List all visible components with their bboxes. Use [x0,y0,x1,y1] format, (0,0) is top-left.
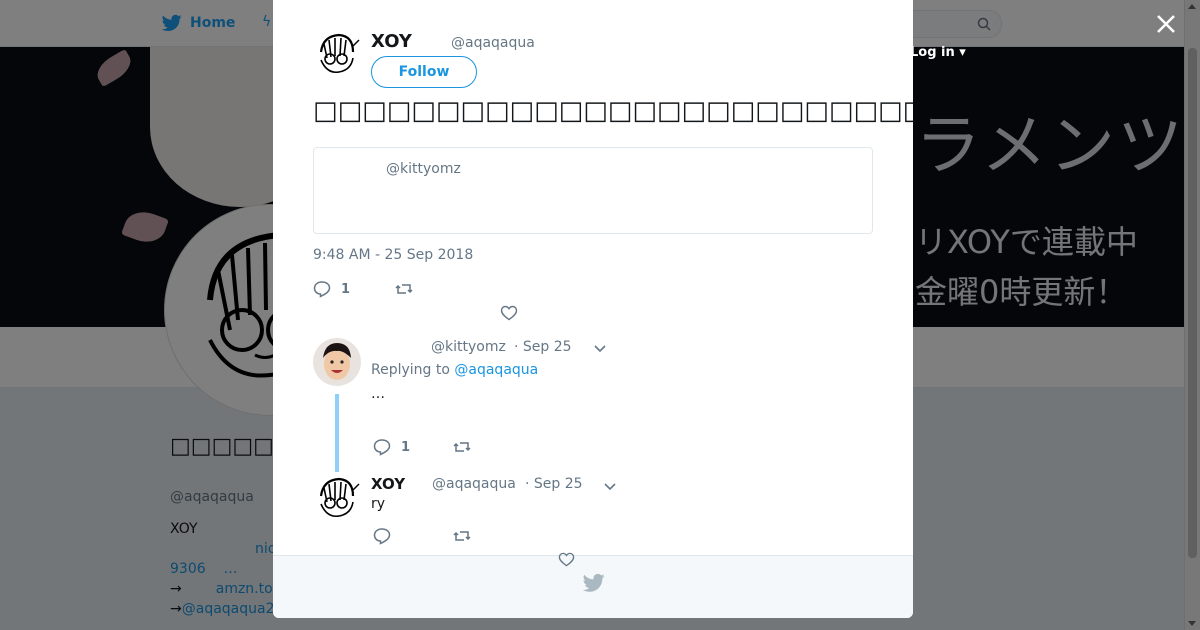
reply-action[interactable] [373,527,391,545]
reply-text: … [371,386,385,402]
reply-count: 1 [341,281,351,297]
reply-action[interactable]: 1 [373,438,410,456]
retweet-icon [453,442,471,452]
quoted-tweet-handle: @kittyomz [386,161,461,177]
heart-icon [500,305,518,321]
chevron-down-icon[interactable] [593,343,607,353]
modal-footer [273,555,913,618]
replying-to: Replying to @aqaqaqua [371,362,539,378]
thread-connector [335,394,339,472]
like-action[interactable] [500,304,518,322]
reply-count: 1 [401,439,411,455]
author-handle[interactable]: @aqaqaqua [451,35,535,51]
reply-date[interactable]: · Sep 25 [525,476,583,492]
chevron-down-icon[interactable] [603,481,617,491]
replying-to-link[interactable]: @aqaqaqua [454,362,538,378]
reply-author-avatar[interactable] [313,474,361,522]
login-link[interactable]: Log in ▾ [910,45,966,60]
reply-date[interactable]: · Sep 25 [514,339,572,355]
retweet-icon [395,284,413,294]
close-icon[interactable] [1154,12,1178,36]
retweet-action[interactable] [453,527,471,545]
reply-author-handle[interactable]: @kittyomz [431,339,506,355]
author-avatar[interactable] [313,30,361,78]
quoted-tweet-card[interactable]: @kittyomz [313,147,873,234]
author-name[interactable]: XOY [371,31,412,52]
reply-tweet[interactable]: XOY @aqaqaqua · Sep 25 ry [313,474,873,554]
reply-icon [373,528,391,545]
reply-icon [373,439,391,456]
follow-button[interactable]: Follow [371,56,477,88]
reply-icon [313,281,331,298]
retweet-action[interactable] [453,438,471,456]
tweet-timestamp[interactable]: 9:48 AM - 25 Sep 2018 [313,247,473,263]
retweet-icon [453,531,471,541]
reply-author-name[interactable]: XOY [371,475,405,493]
tweet-text: □□□□□□□□□□□□□□□□□□□□□□□□□□□□□□□□□□□□□…… [313,94,913,128]
heart-icon[interactable] [558,551,575,568]
retweet-action[interactable] [395,280,413,298]
reply-tweet[interactable]: @kittyomz · Sep 25 Replying to @aqaqaqua… [313,338,873,472]
twitter-bird-icon [583,573,605,592]
reply-author-handle[interactable]: @aqaqaqua [432,476,516,492]
reply-action[interactable]: 1 [313,280,350,298]
tweet-text-content: □□□□□□□□□□□□□□□□□□□□□□□□□□□□□□□□□□□□□…… [313,96,913,126]
reply-text: ry [371,496,386,512]
reply-author-avatar[interactable] [313,338,361,386]
tweet-permalink-modal: XOY @aqaqaqua Follow □□□□□□□□□□□□□□□□□□□… [273,0,913,618]
